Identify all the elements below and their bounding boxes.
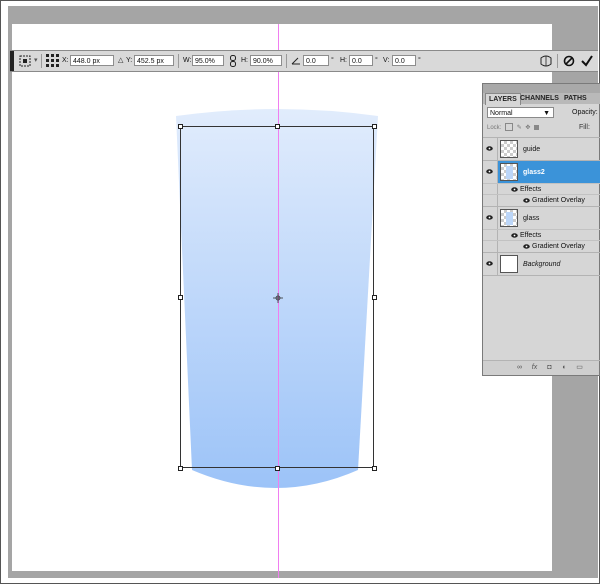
handle-top-center[interactable] <box>275 124 280 129</box>
y-position-field[interactable]: 452.5 px <box>134 55 174 66</box>
layers-panel: LAYERS CHANNELS PATHS Normal ▼ Opacity: … <box>482 83 600 376</box>
y-label: Y: <box>126 57 133 64</box>
add-mask-icon[interactable]: ◘ <box>545 363 554 372</box>
layers-panel-footer: ∞ fx ◘ ◐ ▭ <box>483 361 599 375</box>
commit-transform-icon[interactable] <box>579 53 595 69</box>
opacity-label: Opacity: <box>572 109 598 116</box>
blend-mode-value: Normal <box>490 110 513 117</box>
triangle-delta-icon[interactable]: △ <box>118 51 123 71</box>
layer-background[interactable]: Background <box>483 252 600 275</box>
transform-options-bar: ▾ X: 448.0 px △ Y: 452.5 px W: 95.0% H: … <box>10 50 598 72</box>
eye-icon[interactable] <box>511 187 518 192</box>
chevron-down-icon: ▼ <box>543 110 550 117</box>
vertical-skew-field[interactable]: 0.0 <box>392 55 416 66</box>
visibility-toggle[interactable] <box>483 195 498 206</box>
divider <box>483 275 600 276</box>
reference-point-center-icon[interactable] <box>273 293 283 303</box>
gradient-overlay-label: Gradient Overlay <box>532 243 585 250</box>
gradient-overlay-label: Gradient Overlay <box>532 197 585 204</box>
layer-thumbnail <box>500 209 518 227</box>
eye-icon[interactable] <box>523 244 530 249</box>
degree-symbol: ° <box>418 57 421 64</box>
lock-all-icon[interactable] <box>534 124 540 130</box>
eye-icon <box>486 261 493 266</box>
layer-guide[interactable]: guide <box>483 137 600 160</box>
layer-glass2[interactable]: glass2 <box>483 160 600 183</box>
tab-paths[interactable]: PATHS <box>561 93 590 104</box>
lock-transparent-pixels-icon[interactable] <box>505 123 514 132</box>
horizontal-skew-field[interactable]: 0.0 <box>349 55 373 66</box>
tab-channels[interactable]: CHANNELS <box>517 93 562 104</box>
pasteboard-bottom <box>8 571 598 578</box>
warp-mode-icon[interactable] <box>538 53 554 69</box>
x-label: X: <box>62 57 69 64</box>
blend-mode-dropdown[interactable]: Normal ▼ <box>487 107 554 118</box>
separator <box>178 54 179 68</box>
eye-icon[interactable] <box>511 233 518 238</box>
panel-title-strip[interactable] <box>483 84 600 93</box>
lock-image-pixels-icon[interactable]: ✎ <box>517 125 522 131</box>
layer-thumbnail <box>500 255 518 273</box>
separator <box>41 54 42 68</box>
tab-layers[interactable]: LAYERS <box>485 93 521 105</box>
layer-name: guide <box>523 146 541 153</box>
layer-glass[interactable]: glass <box>483 206 600 229</box>
width-scale-field[interactable]: 95.0% <box>192 55 224 66</box>
visibility-toggle[interactable] <box>483 241 498 252</box>
visibility-toggle[interactable] <box>483 161 498 183</box>
layer-thumbnail <box>500 140 518 158</box>
panel-tab-bar: LAYERS CHANNELS PATHS <box>483 84 600 105</box>
degree-symbol: ° <box>375 57 378 64</box>
hskew-label: H: <box>340 57 347 64</box>
move-tool-icon[interactable] <box>18 54 32 68</box>
vskew-label: V: <box>383 57 390 64</box>
handle-bottom-center[interactable] <box>275 466 280 471</box>
x-position-field[interactable]: 448.0 px <box>70 55 114 66</box>
visibility-toggle[interactable] <box>483 207 498 229</box>
handle-bottom-right[interactable] <box>372 466 377 471</box>
rotation-angle-field[interactable]: 0.0 <box>303 55 329 66</box>
separator <box>557 54 558 68</box>
eye-icon <box>486 146 493 151</box>
effects-row[interactable]: Effects <box>483 183 600 195</box>
options-bar-grip[interactable] <box>10 51 14 71</box>
effects-row[interactable]: Effects <box>483 229 600 241</box>
handle-top-right[interactable] <box>372 124 377 129</box>
handle-top-left[interactable] <box>178 124 183 129</box>
gradient-overlay-row[interactable]: Gradient Overlay <box>483 194 600 206</box>
layer-name: glass <box>523 215 540 222</box>
w-label: W: <box>183 57 192 64</box>
degree-symbol: ° <box>331 57 334 64</box>
height-scale-field[interactable]: 90.0% <box>250 55 282 66</box>
eye-icon[interactable] <box>523 198 530 203</box>
lock-label: Lock: <box>487 125 502 131</box>
handle-middle-right[interactable] <box>372 295 377 300</box>
layer-style-icon[interactable]: fx <box>530 363 539 372</box>
visibility-toggle[interactable] <box>483 138 498 160</box>
handle-bottom-left[interactable] <box>178 466 183 471</box>
rotate-angle-icon <box>291 57 300 65</box>
new-group-icon[interactable]: ▭ <box>575 363 584 372</box>
adjustment-layer-icon[interactable]: ◐ <box>560 363 569 372</box>
gradient-overlay-row[interactable]: Gradient Overlay <box>483 240 600 252</box>
chain-link-icon[interactable] <box>229 54 237 68</box>
tool-preset-dropdown-arrow[interactable]: ▾ <box>34 51 38 71</box>
lock-position-icon[interactable]: ✥ <box>525 125 530 131</box>
h-label: H: <box>241 57 248 64</box>
layer-thumbnail <box>500 163 518 181</box>
layer-name: Background <box>523 261 561 268</box>
fill-label: Fill: <box>579 124 590 131</box>
cancel-transform-icon[interactable] <box>561 53 577 69</box>
eye-icon <box>486 215 493 220</box>
separator <box>286 54 287 68</box>
layer-name: glass2 <box>523 169 545 176</box>
handle-middle-left[interactable] <box>178 295 183 300</box>
link-layers-icon[interactable]: ∞ <box>515 363 524 372</box>
eye-icon <box>486 169 493 174</box>
visibility-toggle[interactable] <box>483 253 498 275</box>
reference-point-locator-icon[interactable] <box>46 54 60 68</box>
